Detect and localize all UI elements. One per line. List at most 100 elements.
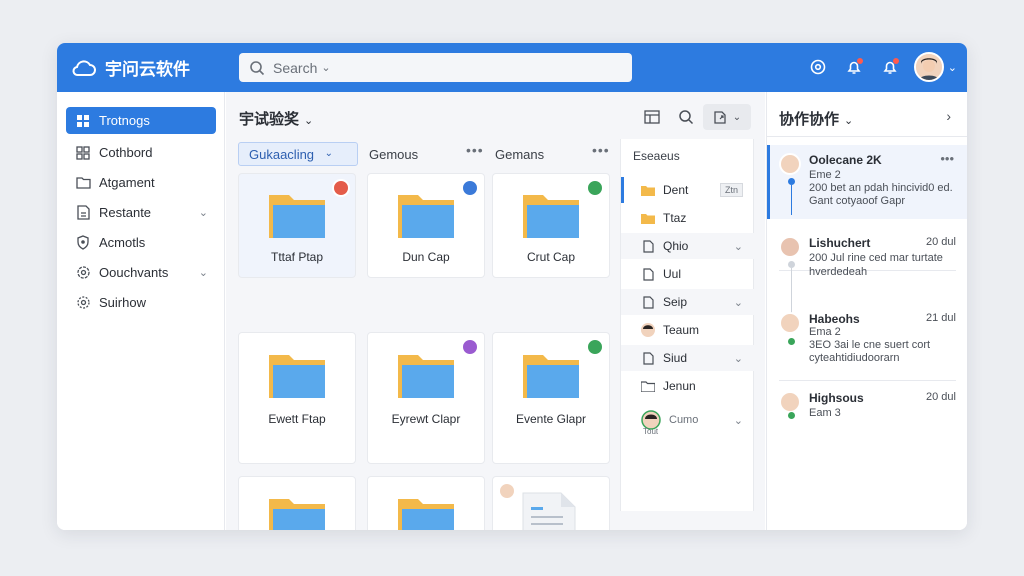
sidebar-item-trotnogs[interactable]: Trotnogs xyxy=(66,107,216,134)
chevron-down-icon: ⌄ xyxy=(324,148,333,159)
user-avatar[interactable] xyxy=(913,52,944,82)
gear-button[interactable] xyxy=(800,52,836,82)
folder-card[interactable] xyxy=(367,476,485,530)
column-header-gemans[interactable]: Gemans xyxy=(495,142,544,166)
sidebar-item-label: Restante xyxy=(99,205,152,220)
activity-line: Gant cotyaoof Gapr xyxy=(809,195,905,207)
activity-item[interactable]: Lishuchert 20 dul 200 Jul rine ced mar t… xyxy=(767,228,967,328)
sidebar-item-acmotls[interactable]: Acmotls xyxy=(66,229,216,256)
tree-item-label: Ttaz xyxy=(663,211,687,225)
activity-title[interactable]: 协作协作 ⌄ xyxy=(779,108,853,129)
more-icon[interactable]: ••• xyxy=(940,151,954,166)
more-icon[interactable]: ••• xyxy=(466,142,484,158)
tree-item-cumo[interactable]: Cumo Tout ⌄ xyxy=(621,405,755,436)
folder-card[interactable]: Crut Cap xyxy=(492,173,610,278)
folder-icon xyxy=(269,355,325,398)
activity-line: 200 Jul rine ced mar turtate xyxy=(809,252,943,264)
tree-item-label: Dent xyxy=(663,183,689,197)
folder-card[interactable]: Tttaf Ptap xyxy=(238,173,356,278)
chevron-down-icon[interactable]: ⌄ xyxy=(734,240,743,253)
activity-line: 3EO 3ai le cne suert cort xyxy=(809,339,931,351)
avatar xyxy=(779,153,801,175)
sidebar-item-restante[interactable]: Restante ⌄ xyxy=(66,199,216,226)
search-button[interactable] xyxy=(669,104,703,130)
tree-item-teaum[interactable]: Teaum xyxy=(621,317,755,343)
sidebar-item-oouchvants[interactable]: Oouchvants ⌄ xyxy=(66,259,216,286)
folder-card[interactable]: Eyrewt Clapr xyxy=(367,332,485,464)
activity-line: hverdedeah xyxy=(809,266,868,278)
tree-item-qhio[interactable]: Qhio ⌄ xyxy=(621,233,755,259)
folder-card[interactable] xyxy=(238,476,356,530)
avatar xyxy=(332,179,350,197)
page-title[interactable]: 宇试验奖 ⌄ xyxy=(239,108,313,129)
activity-item[interactable]: Highsous 20 dul Eam 3 xyxy=(767,383,967,433)
layout-icon xyxy=(644,110,660,124)
avatar xyxy=(586,338,604,356)
folder-icon xyxy=(641,183,655,197)
column-label: Gemans xyxy=(495,146,545,162)
folder-icon xyxy=(523,355,579,398)
sidebar-item-label: Suirhow xyxy=(99,295,146,310)
sidebar-item-label: Cothbord xyxy=(99,145,153,160)
folder-icon xyxy=(269,195,325,238)
chevron-right-icon[interactable]: › xyxy=(946,108,951,124)
tree-item-dent[interactable]: Dent Ztn xyxy=(621,177,755,203)
more-icon[interactable]: ••• xyxy=(592,142,610,158)
page-title-text: 宇试验奖 xyxy=(239,111,300,128)
tree-item-label: Teaum xyxy=(663,323,700,337)
search-input[interactable]: Search ⌄ xyxy=(239,53,632,82)
tree-item-tag: Ztn xyxy=(719,183,743,197)
activity-item[interactable]: Habeohs 21 dul Ema 2 3EO 3ai le cne suer… xyxy=(767,304,967,380)
tree-item-label: Jenun xyxy=(663,379,696,393)
notifications-button[interactable] xyxy=(836,52,872,82)
card-label: Dun Cap xyxy=(402,250,450,264)
file-card[interactable] xyxy=(492,476,610,530)
file-icon xyxy=(641,295,655,309)
export-icon xyxy=(714,110,726,124)
card-label: Ewett Ftap xyxy=(268,412,326,426)
folder-icon xyxy=(75,175,91,191)
sidebar-item-cothbord[interactable]: Cothbord xyxy=(66,139,216,166)
chevron-down-icon[interactable]: ⌄ xyxy=(948,61,957,74)
sidebar-item-label: Atgament xyxy=(99,175,155,190)
folder-icon xyxy=(641,379,655,393)
app-window: 宇问云软件 Search ⌄ ⌄ Trotnogs Cothbord Atgam… xyxy=(57,43,967,530)
column-header-gukaacling[interactable]: Gukaacling ⌄ xyxy=(238,142,358,166)
folder-card[interactable]: Dun Cap xyxy=(367,173,485,278)
activity-item[interactable]: Oolecane 2K ••• Eme 2 200 bet an pdah hi… xyxy=(767,145,967,219)
chevron-down-icon[interactable]: ⌄ xyxy=(199,206,208,219)
file-icon xyxy=(641,351,655,365)
chevron-down-icon[interactable]: ⌄ xyxy=(734,352,743,365)
alert-badge xyxy=(892,58,899,64)
tree-item-ttaz[interactable]: Ttaz xyxy=(621,205,755,231)
activity-name: Highsous xyxy=(809,391,864,405)
activity-panel: 协作协作 ⌄ › Oolecane 2K ••• Eme 2 200 bet an… xyxy=(766,92,967,530)
tree-item-seip[interactable]: Seip ⌄ xyxy=(621,289,755,315)
alerts-button[interactable] xyxy=(872,52,908,82)
column-header-gemous[interactable]: Gemous xyxy=(369,142,418,166)
chevron-down-icon: ⌄ xyxy=(304,115,314,127)
activity-line: cyteahtidiudoorarn xyxy=(809,352,900,364)
activity-time: 20 dul xyxy=(926,236,956,248)
export-button[interactable]: ⌄ xyxy=(703,104,751,130)
sidebar-item-suirhow[interactable]: Suirhow xyxy=(66,289,216,316)
avatar xyxy=(779,391,801,413)
folder-card[interactable]: Ewett Ftap xyxy=(238,332,356,464)
tree-item-jenun[interactable]: Jenun xyxy=(621,373,755,399)
sidebar-item-atgament[interactable]: Atgament xyxy=(66,169,216,196)
layout-button[interactable] xyxy=(635,104,669,130)
activity-time: 20 dul xyxy=(926,391,956,403)
file-icon xyxy=(641,267,655,281)
sidebar-item-label: Acmotls xyxy=(99,235,146,250)
chevron-down-icon[interactable]: ⌄ xyxy=(199,266,208,279)
cloud-icon xyxy=(72,59,96,76)
tree-item-uul[interactable]: Uul xyxy=(621,261,755,287)
folder-icon xyxy=(398,499,454,530)
folder-card[interactable]: Evente Glapr xyxy=(492,332,610,464)
timeline-dot xyxy=(788,178,795,185)
tree-item-siud[interactable]: Siud ⌄ xyxy=(621,345,755,371)
chevron-down-icon[interactable]: ⌄ xyxy=(734,414,743,427)
folder-icon xyxy=(269,499,325,530)
chevron-down-icon[interactable]: ⌄ xyxy=(734,296,743,309)
app-logo[interactable]: 宇问云软件 xyxy=(71,55,190,80)
